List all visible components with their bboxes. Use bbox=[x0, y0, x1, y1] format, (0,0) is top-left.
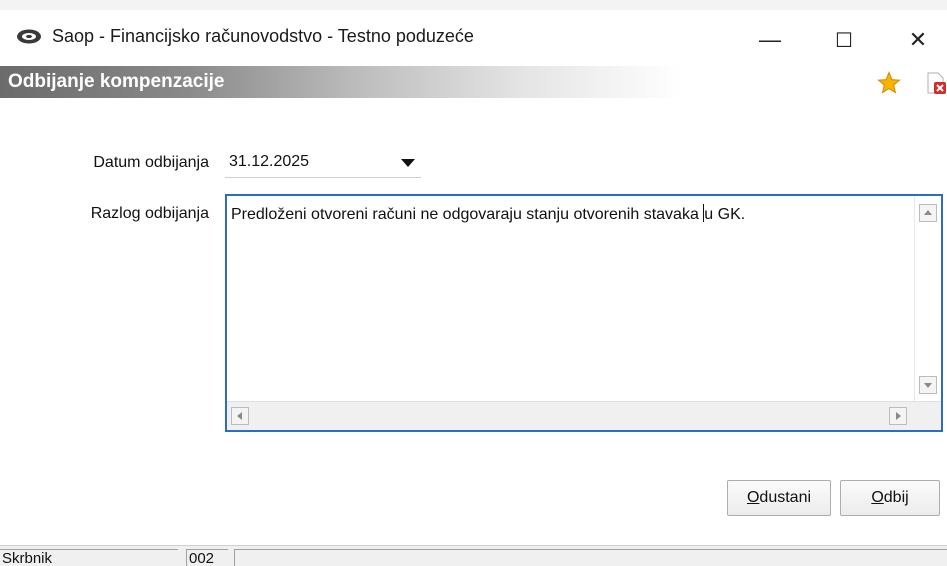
reason-textarea[interactable]: Predloženi otvoreni računi ne odgovaraju… bbox=[225, 194, 943, 432]
status-info bbox=[234, 549, 947, 566]
background-window-strip bbox=[0, 0, 947, 10]
scroll-down-button[interactable] bbox=[919, 376, 937, 394]
reason-label: Razlog odbijanja bbox=[90, 205, 209, 222]
status-code: 002 bbox=[186, 549, 228, 566]
scroll-left-button[interactable] bbox=[231, 407, 249, 425]
reject-label: dbij bbox=[883, 489, 909, 506]
cancel-label: dustani bbox=[759, 489, 812, 506]
status-bar: Skrbnik 002 bbox=[0, 545, 947, 566]
arrow-left-icon bbox=[237, 412, 242, 420]
cancel-mnemonic: O bbox=[746, 489, 760, 506]
dropdown-arrow-icon[interactable] bbox=[401, 159, 415, 167]
date-label: Datum odbijanja bbox=[93, 154, 209, 171]
form-title: Odbijanje kompenzacije bbox=[8, 71, 225, 92]
arrow-up-icon bbox=[924, 210, 932, 215]
close-window-button[interactable]: ✕ bbox=[890, 20, 946, 60]
maximize-button[interactable]: ☐ bbox=[816, 20, 872, 60]
scroll-right-button[interactable] bbox=[889, 407, 907, 425]
status-user: Skrbnik bbox=[0, 549, 178, 566]
date-dropdown[interactable]: 31.12.2025 bbox=[225, 148, 421, 178]
vertical-scrollbar[interactable] bbox=[914, 196, 941, 403]
saop-app-icon bbox=[17, 29, 41, 44]
minimize-button[interactable]: — bbox=[742, 20, 798, 60]
arrow-right-icon bbox=[896, 412, 901, 420]
reason-text: Predloženi otvoreni računi ne odgovaraju… bbox=[231, 204, 745, 224]
date-value: 31.12.2025 bbox=[229, 153, 310, 170]
reason-text-before-caret: Predloženi otvoreni računi ne odgovaraju… bbox=[231, 206, 704, 223]
window-titlebar: Saop - Financijsko računovodstvo - Testn… bbox=[0, 10, 947, 66]
cancel-button[interactable]: Odustani bbox=[727, 480, 831, 516]
horizontal-scrollbar[interactable] bbox=[227, 401, 941, 430]
scroll-up-button[interactable] bbox=[919, 204, 937, 222]
close-document-icon[interactable] bbox=[925, 71, 947, 95]
form-header-bar: Odbijanje kompenzacije bbox=[0, 66, 947, 98]
reason-text-after-caret: u GK. bbox=[704, 206, 746, 223]
star-icon[interactable] bbox=[877, 71, 901, 95]
window-title: Saop - Financijsko računovodstvo - Testn… bbox=[52, 26, 474, 46]
reject-button[interactable]: Odbij bbox=[840, 480, 940, 516]
arrow-down-icon bbox=[924, 383, 932, 388]
reject-mnemonic: O bbox=[871, 489, 884, 506]
